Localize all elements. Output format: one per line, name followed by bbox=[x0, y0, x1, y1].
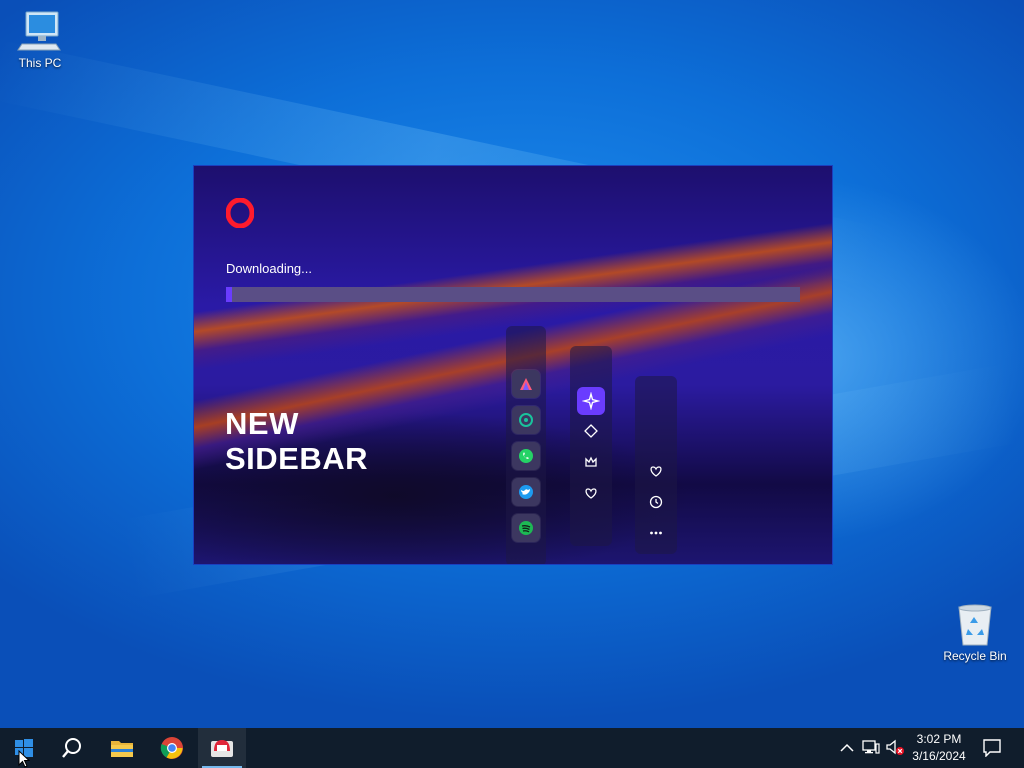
recycle-bin-shortcut[interactable]: Recycle Bin bbox=[935, 603, 1015, 663]
heart-icon bbox=[644, 459, 668, 483]
opera-installer-icon[interactable] bbox=[198, 728, 246, 768]
clock-time: 3:02 PM bbox=[916, 732, 962, 746]
history-clock-icon bbox=[644, 490, 668, 514]
sidebar-apps-panel bbox=[506, 326, 546, 564]
desktop-icon-label: Recycle Bin bbox=[943, 649, 1007, 663]
notifications-icon[interactable] bbox=[976, 728, 1008, 768]
download-progress-fill bbox=[226, 287, 232, 302]
promo-title: NEW SIDEBAR bbox=[225, 406, 368, 476]
sidebar-tools-panel bbox=[570, 346, 612, 546]
this-pc-shortcut[interactable]: This PC bbox=[0, 10, 80, 70]
opera-installer-window: Downloading... NEW SIDEBAR bbox=[193, 165, 833, 565]
file-explorer-icon[interactable] bbox=[98, 728, 146, 768]
heart-shield-icon bbox=[579, 481, 603, 505]
volume-muted-icon[interactable] bbox=[884, 728, 906, 768]
download-status: Downloading... bbox=[226, 261, 312, 276]
taskbar-clock[interactable]: 3:02 PM 3/16/2024 bbox=[905, 731, 973, 765]
mouse-cursor-icon bbox=[18, 750, 30, 768]
computer-icon bbox=[16, 10, 64, 54]
diamond-icon bbox=[579, 419, 603, 443]
recycle-bin-icon bbox=[951, 603, 999, 647]
sidebar-utils-panel bbox=[635, 376, 677, 554]
chatgpt-icon bbox=[512, 406, 540, 434]
taskbar bbox=[0, 728, 1024, 768]
promo-title-line: NEW bbox=[225, 406, 299, 441]
network-icon[interactable] bbox=[860, 728, 882, 768]
search-icon[interactable] bbox=[48, 728, 96, 768]
desktop-icon-label: This PC bbox=[18, 56, 62, 70]
chevron-up-icon[interactable] bbox=[838, 728, 856, 768]
aria-icon bbox=[512, 370, 540, 398]
more-dots-icon bbox=[644, 521, 668, 545]
whatsapp-icon bbox=[512, 442, 540, 470]
start-windows-icon[interactable] bbox=[0, 728, 48, 768]
promo-title-line: SIDEBAR bbox=[225, 441, 369, 476]
download-progress-bar bbox=[226, 287, 800, 302]
opera-logo-icon bbox=[225, 197, 255, 229]
crown-icon bbox=[579, 450, 603, 474]
chrome-icon[interactable] bbox=[148, 728, 196, 768]
twitter-icon bbox=[512, 478, 540, 506]
spotify-icon bbox=[512, 514, 540, 542]
ai-sparkle-icon bbox=[577, 387, 605, 415]
clock-date: 3/16/2024 bbox=[912, 749, 966, 763]
